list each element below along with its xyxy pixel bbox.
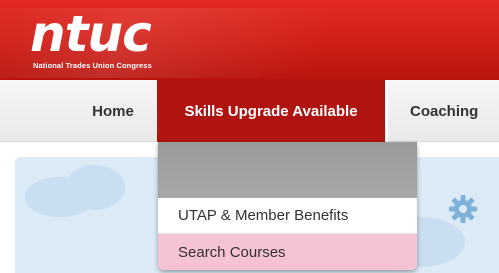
dropdown-item-utap-member-benefits[interactable]: UTAP & Member Benefits xyxy=(158,198,417,234)
gear-icon xyxy=(449,195,477,223)
dropdown-item-search-courses[interactable]: Search Courses xyxy=(158,234,417,270)
nav-divider xyxy=(386,80,388,142)
logo-tagline: National Trades Union Congress xyxy=(33,61,152,70)
nav-item-skills-upgrade[interactable]: Skills Upgrade Available xyxy=(157,80,385,142)
cloud-shape xyxy=(65,165,125,210)
nav-item-coaching[interactable]: Coaching xyxy=(398,80,499,142)
main-nav: Home Skills Upgrade Available Coaching xyxy=(0,80,499,142)
nav-item-home[interactable]: Home xyxy=(70,80,156,142)
skills-dropdown-menu: UTAP & Member Benefits Search Courses xyxy=(158,142,417,270)
site-header: ntuc National Trades Union Congress xyxy=(0,0,499,80)
ntuc-logo[interactable]: ntuc xyxy=(30,6,152,62)
dropdown-header-area xyxy=(158,142,417,198)
